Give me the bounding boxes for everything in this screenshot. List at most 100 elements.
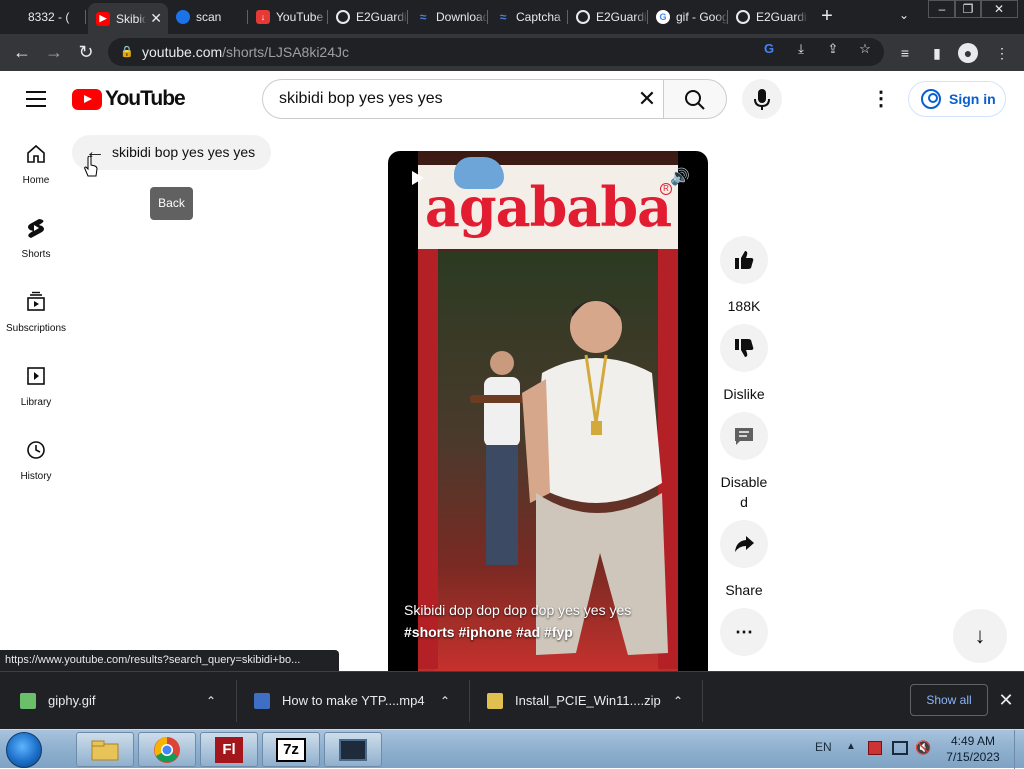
download-item[interactable]: How to make YTP....mp4 ⌃ [254, 672, 468, 729]
tab-10[interactable]: E2Guardian [728, 3, 808, 31]
clear-search-icon[interactable]: ✕ [636, 88, 658, 111]
shorts-video-player[interactable]: agababa R 🔊 Skibidi dop dop dop dop yes … [388, 151, 708, 671]
share-arrow-icon [735, 536, 754, 552]
settings-more-icon[interactable]: ⋮ [871, 87, 891, 111]
windows-taskbar: Fl 7z EN ▲ 🔇 4:49 AM 7/15/2023 [0, 729, 1024, 769]
back-to-search-chip[interactable]: ← skibidi bop yes yes yes [72, 135, 271, 170]
like-count: 188K [727, 298, 761, 314]
url-path: /shorts/LJSA8ki24Jc [222, 44, 350, 60]
youtube-header: YouTube skibidi bop yes yes yes ✕ ⋮ Sign… [0, 71, 1024, 127]
7zip-icon[interactable]: 7z [262, 732, 320, 767]
download-icon: ↓ [256, 10, 270, 24]
share-button[interactable] [720, 520, 768, 568]
show-hidden-icons-icon[interactable]: ▲ [846, 741, 856, 752]
tab-7[interactable]: ≈ Captcha [488, 3, 568, 31]
hamburger-menu-icon[interactable] [26, 91, 46, 107]
share-page-icon[interactable]: ⇪ [824, 40, 842, 58]
comments-button[interactable] [720, 412, 768, 460]
next-video-arrow-icon[interactable]: ↓ [953, 609, 1007, 663]
restore-button[interactable]: ❐ [954, 0, 982, 18]
tab-8[interactable]: E2Guardian [568, 3, 648, 31]
chevron-up-icon[interactable]: ⌃ [440, 694, 450, 708]
sign-in-label: Sign in [949, 91, 996, 107]
comments-label: Disable d [716, 472, 772, 512]
more-options-button[interactable]: ⋯ [720, 608, 768, 656]
share-label: Share [725, 582, 763, 598]
video-file-icon [254, 692, 270, 709]
side-panel-icon[interactable]: ▮ [927, 43, 947, 63]
tab-separator [85, 10, 86, 24]
like-action[interactable]: 188K [716, 236, 772, 316]
nav-item-library[interactable]: Library [0, 349, 72, 423]
search-input[interactable]: skibidi bop yes yes yes [262, 79, 664, 119]
sign-in-button[interactable]: Sign in [908, 81, 1006, 117]
profile-icon[interactable]: ● [958, 43, 978, 63]
status-url-bubble: https://www.youtube.com/results?search_q… [0, 650, 339, 671]
share-action[interactable]: Share [716, 520, 772, 600]
chevron-up-icon[interactable]: ⌃ [673, 694, 683, 708]
voice-search-button[interactable] [742, 79, 782, 119]
close-window-button[interactable]: ✕ [980, 0, 1018, 18]
start-button[interactable] [6, 732, 42, 768]
like-button[interactable] [720, 236, 768, 284]
download-filename: giphy.gif [48, 693, 96, 708]
tab-6[interactable]: ≈ Downloads [408, 3, 488, 31]
volume-muted-icon[interactable]: 🔇 [915, 740, 931, 756]
download-shelf: giphy.gif ⌃ How to make YTP....mp4 ⌃ Ins… [0, 671, 1024, 729]
url-host: youtube.com [142, 44, 223, 60]
tab-2-active[interactable]: ▶ Skibidi ✕ [88, 3, 168, 34]
install-app-icon[interactable]: ⤓ [792, 40, 810, 58]
show-all-downloads-button[interactable]: Show all [910, 684, 988, 716]
close-icon[interactable]: ✕ [997, 688, 1015, 712]
play-icon[interactable] [412, 171, 424, 185]
tab-3[interactable]: scan [168, 3, 248, 31]
nav-label: Library [20, 397, 52, 408]
flash-icon[interactable]: Fl [200, 732, 258, 767]
nav-item-subscriptions[interactable]: Subscriptions [0, 275, 72, 349]
show-desktop-button[interactable] [1014, 730, 1024, 769]
download-item[interactable]: giphy.gif ⌃ [20, 672, 235, 729]
language-indicator[interactable]: EN [815, 740, 832, 754]
download-item[interactable]: Install_PCIE_Win11....zip ⌃ [487, 672, 701, 729]
minimize-button[interactable]: – [928, 0, 956, 18]
tab-search-chevron-icon[interactable]: ⌄ [895, 8, 913, 26]
volume-icon[interactable]: 🔊 [670, 169, 690, 187]
search-button[interactable] [663, 79, 727, 119]
close-tab-icon[interactable]: ✕ [150, 10, 162, 27]
comments-action[interactable]: Disable d [716, 412, 772, 512]
chrome-icon[interactable] [138, 732, 196, 767]
sign-text: agababa [424, 175, 672, 239]
tab-title: 8332 - ( [28, 10, 70, 24]
query-chip-label: skibidi bop yes yes yes [112, 144, 256, 160]
youtube-logo[interactable]: YouTube [72, 87, 186, 111]
dislike-button[interactable] [720, 324, 768, 372]
back-arrow-icon[interactable]: ← [10, 41, 34, 65]
reading-list-icon[interactable]: ≡ [895, 43, 915, 63]
dislike-action[interactable]: Dislike [716, 324, 772, 404]
terminal-icon[interactable] [324, 732, 382, 767]
nav-item-shorts[interactable]: Shorts [0, 201, 72, 275]
account-icon [921, 89, 941, 109]
nav-item-history[interactable]: History [0, 423, 72, 497]
chrome-menu-icon[interactable]: ⋮ [992, 43, 1012, 63]
network-icon[interactable] [892, 741, 908, 755]
explorer-icon[interactable] [76, 732, 134, 767]
action-center-icon[interactable] [868, 741, 882, 755]
tab-9[interactable]: G gif - Google [648, 3, 728, 31]
bookmark-star-icon[interactable]: ☆ [856, 40, 874, 58]
video-hashtags[interactable]: #shorts #iphone #ad #fyp [404, 621, 694, 643]
tab-5[interactable]: E2Guardian [328, 3, 408, 31]
globe-icon [736, 10, 750, 24]
reload-icon[interactable]: ↻ [74, 41, 98, 65]
zip-file-icon [487, 692, 503, 709]
more-horizontal-icon: ⋯ [735, 621, 753, 642]
tab-4[interactable]: ↓ YouTube [248, 3, 328, 31]
more-action[interactable]: ⋯ [716, 608, 772, 656]
chevron-up-icon[interactable]: ⌃ [206, 694, 216, 708]
system-clock[interactable]: 4:49 AM 7/15/2023 [938, 733, 1008, 765]
forward-arrow-icon[interactable]: → [42, 41, 66, 65]
google-lens-icon[interactable]: G [760, 40, 778, 58]
tab-1[interactable]: 8332 - ( [0, 3, 86, 31]
nav-item-home[interactable]: Home [0, 127, 72, 201]
new-tab-button[interactable]: + [816, 6, 838, 28]
